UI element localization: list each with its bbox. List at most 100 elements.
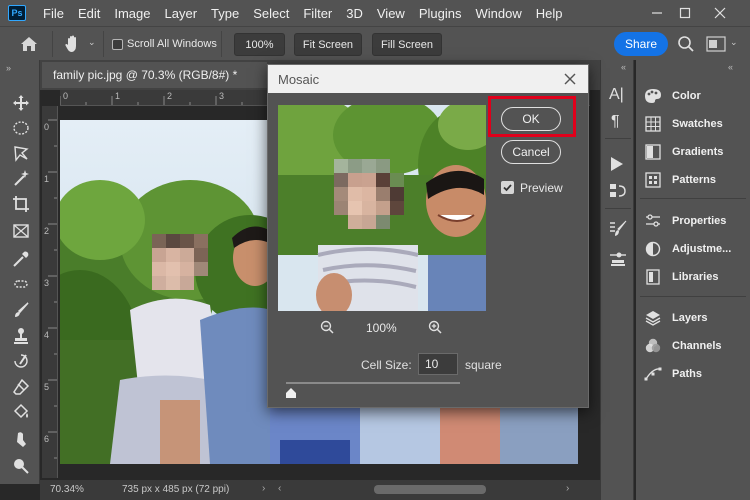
eraser-tool-icon[interactable] <box>11 377 31 397</box>
smudge-tool-icon[interactable] <box>11 429 31 449</box>
lasso-tool-icon[interactable] <box>11 143 31 163</box>
maximize-icon[interactable] <box>670 0 700 26</box>
panel-label: Libraries <box>672 271 719 283</box>
zoom-readout[interactable]: 70.34% <box>50 484 84 495</box>
swatches-grid-icon <box>644 116 662 132</box>
panel-label: Gradients <box>672 146 724 158</box>
menu-plugins[interactable]: Plugins <box>412 6 469 21</box>
eyedropper-icon[interactable] <box>11 249 31 269</box>
home-icon[interactable] <box>20 36 40 54</box>
menu-layer[interactable]: Layer <box>158 6 205 21</box>
play-actions-icon[interactable] <box>610 156 624 175</box>
panel-properties[interactable]: Properties <box>644 212 726 230</box>
ruler-label: 5 <box>44 382 50 392</box>
stamp-tool-icon[interactable] <box>11 326 31 346</box>
chevron-right-icon[interactable]: › <box>262 483 265 494</box>
zoom-in-icon[interactable] <box>428 320 442 337</box>
search-icon[interactable] <box>677 35 695 53</box>
scroll-left-icon[interactable]: ‹ <box>278 483 281 494</box>
divider <box>605 208 631 209</box>
menu-3d[interactable]: 3D <box>339 6 370 21</box>
brush-tool-icon[interactable] <box>11 300 31 320</box>
panel-swatches[interactable]: Swatches <box>644 115 723 133</box>
layers-icon <box>644 310 662 326</box>
cell-size-label: Cell Size: <box>361 358 412 372</box>
panel-paths[interactable]: Paths <box>644 365 702 383</box>
ruler-label: 1 <box>115 91 121 101</box>
divider <box>605 138 631 139</box>
filter-preview[interactable] <box>278 105 486 311</box>
ruler-vertical: 0 1 2 3 4 5 6 <box>42 106 58 478</box>
collapse-icon[interactable]: » <box>6 63 11 73</box>
cancel-button[interactable]: Cancel <box>501 140 561 164</box>
menu-file[interactable]: File <box>36 6 71 21</box>
dialog-title-bar[interactable]: Mosaic <box>268 65 588 93</box>
ruler-label: 4 <box>44 330 50 340</box>
close-window-icon[interactable] <box>705 0 735 26</box>
scroll-all-windows-checkbox[interactable] <box>112 39 123 50</box>
document-tab-title: family pic.jpg @ 70.3% (RGB/8#) * <box>53 68 238 82</box>
ruler-label: 1 <box>44 174 50 184</box>
move-tool-icon[interactable] <box>11 93 31 113</box>
menu-filter[interactable]: Filter <box>296 6 339 21</box>
menu-select[interactable]: Select <box>246 6 296 21</box>
divider <box>640 296 746 297</box>
cell-size-slider-track[interactable] <box>286 382 460 384</box>
fill-screen-button[interactable]: Fill Screen <box>372 33 442 56</box>
healing-brush-icon[interactable] <box>11 274 31 294</box>
fit-screen-button[interactable]: Fit Screen <box>294 33 362 56</box>
panel-color[interactable]: Color <box>644 87 701 105</box>
panel-label: Patterns <box>672 174 717 186</box>
history-brush-icon[interactable] <box>11 351 31 371</box>
paint-bucket-icon[interactable] <box>11 402 31 422</box>
collapse-icon[interactable]: « <box>728 62 733 72</box>
document-tab[interactable]: family pic.jpg @ 70.3% (RGB/8#) * <box>42 62 267 88</box>
panel-patterns[interactable]: Patterns <box>644 171 716 189</box>
libraries-icon <box>644 269 662 285</box>
magic-wand-icon[interactable] <box>11 168 31 188</box>
brush-settings-icon[interactable] <box>609 220 627 241</box>
preview-label: Preview <box>520 181 563 195</box>
chevron-down-icon[interactable]: ⌄ <box>730 37 742 51</box>
cell-size-slider-thumb[interactable] <box>286 387 296 401</box>
panel-icon-strip: « A| ¶ <box>600 60 634 500</box>
menu-view[interactable]: View <box>370 6 412 21</box>
preview-checkbox[interactable] <box>501 181 514 194</box>
frame-tool-icon[interactable] <box>11 221 31 241</box>
zoom-out-icon[interactable] <box>320 320 334 337</box>
menu-window[interactable]: Window <box>468 6 528 21</box>
menu-help[interactable]: Help <box>529 6 570 21</box>
menu-edit[interactable]: Edit <box>71 6 107 21</box>
minimize-icon[interactable] <box>642 0 672 26</box>
chevron-down-icon[interactable]: ⌄ <box>88 37 98 51</box>
menu-type[interactable]: Type <box>204 6 246 21</box>
panel-adjustments[interactable]: Adjustme... <box>644 240 731 258</box>
panel-label: Swatches <box>672 118 723 130</box>
panel-channels[interactable]: Channels <box>644 337 722 355</box>
horizontal-scrollbar[interactable] <box>374 485 486 494</box>
divider <box>640 198 746 199</box>
workspace-icon[interactable] <box>706 36 726 52</box>
panel-libraries[interactable]: Libraries <box>644 268 718 286</box>
character-panel-icon[interactable]: A| <box>609 86 624 104</box>
panel-gradients[interactable]: Gradients <box>644 143 723 161</box>
collapse-icon[interactable]: « <box>621 62 626 72</box>
paths-icon <box>644 366 662 382</box>
paragraph-panel-icon[interactable]: ¶ <box>611 113 620 131</box>
history-panel-icon[interactable] <box>609 182 627 203</box>
dialog-title: Mosaic <box>278 71 320 87</box>
dodge-tool-icon[interactable] <box>11 456 31 476</box>
ruler-label: 3 <box>44 278 50 288</box>
close-icon[interactable] <box>562 69 578 89</box>
menu-image[interactable]: Image <box>107 6 157 21</box>
ruler-label: 3 <box>219 91 225 101</box>
clone-source-icon[interactable] <box>609 250 627 271</box>
hand-tool-icon[interactable] <box>62 33 86 55</box>
marquee-tool-icon[interactable] <box>11 118 31 138</box>
scroll-right-icon[interactable]: › <box>566 483 569 494</box>
zoom-100-button[interactable]: 100% <box>234 33 285 56</box>
crop-tool-icon[interactable] <box>11 194 31 214</box>
share-button[interactable]: Share <box>614 32 668 56</box>
cell-size-input[interactable]: 10 <box>418 353 458 375</box>
panel-layers[interactable]: Layers <box>644 309 707 327</box>
